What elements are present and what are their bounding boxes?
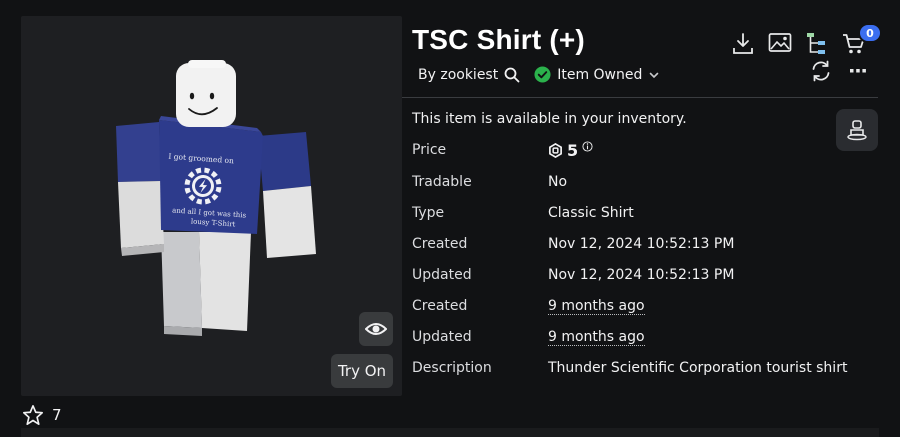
detail-row-tradable: Tradable No (412, 170, 567, 194)
bottom-section (21, 428, 879, 437)
description-value: Thunder Scientific Corporation tourist s… (548, 360, 848, 376)
price-amount: 5 (567, 140, 579, 160)
tradable-label: Tradable (412, 174, 472, 190)
created-relative-label: Created (412, 298, 468, 314)
avatar-button[interactable] (836, 109, 878, 151)
updated-relative-value: 9 months ago (548, 328, 645, 346)
updated-relative-label: Updated (412, 329, 472, 345)
price-label: Price (412, 142, 447, 158)
download-icon[interactable] (732, 32, 754, 56)
item-preview[interactable]: I got groomed on and all I got was this … (21, 16, 402, 396)
description-label: Description (412, 360, 492, 376)
cart-count-badge: 0 (858, 23, 882, 43)
created-relative-value: 9 months ago (548, 297, 645, 315)
star-icon[interactable] (22, 404, 44, 426)
view-3d-button[interactable] (359, 312, 393, 346)
favorite-control[interactable]: 7 (22, 404, 62, 426)
creator-row: By zookiest Item Owned (418, 66, 660, 83)
type-label: Type (412, 205, 445, 221)
price-value: 5 (548, 141, 593, 160)
detail-row-created-relative: Created 9 months ago (412, 294, 645, 318)
try-on-button[interactable]: Try On (331, 354, 393, 388)
detail-row-created: Created Nov 12, 2024 10:52:13 PM (412, 232, 734, 256)
eye-icon (365, 323, 387, 335)
detail-row-updated-relative: Updated 9 months ago (412, 325, 645, 349)
detail-row-type: Type Classic Shirt (412, 201, 634, 225)
info-icon[interactable] (582, 140, 593, 152)
detail-row-description: Description Thunder Scientific Corporati… (412, 356, 847, 380)
check-circle-icon (534, 66, 551, 83)
created-value: Nov 12, 2024 10:52:13 PM (548, 236, 735, 252)
avatar-3d-preview: I got groomed on and all I got was this … (116, 60, 316, 336)
detail-row-price: Price 5 (412, 138, 593, 162)
search-icon[interactable] (504, 67, 520, 83)
item-title: TSC Shirt (+) (412, 24, 585, 55)
avatar-icon (847, 120, 867, 141)
created-label: Created (412, 236, 468, 252)
refresh-icon[interactable] (810, 60, 832, 82)
more-icon[interactable] (849, 67, 867, 75)
robux-icon (549, 142, 562, 158)
owned-label: Item Owned (557, 66, 643, 83)
availability-text: This item is available in your inventory… (412, 111, 687, 127)
header-divider (402, 97, 878, 98)
detail-row-updated: Updated Nov 12, 2024 10:52:13 PM (412, 263, 734, 287)
chevron-down-icon (650, 72, 659, 78)
hierarchy-icon[interactable] (806, 32, 828, 56)
updated-value: Nov 12, 2024 10:52:13 PM (548, 267, 735, 283)
image-icon[interactable] (768, 32, 792, 54)
type-value: Classic Shirt (548, 205, 634, 221)
favorite-count: 7 (52, 406, 62, 424)
tradable-value: No (548, 174, 568, 190)
creator-link[interactable]: By zookiest (418, 67, 498, 83)
updated-label: Updated (412, 267, 472, 283)
owned-dropdown[interactable]: Item Owned (534, 66, 660, 83)
